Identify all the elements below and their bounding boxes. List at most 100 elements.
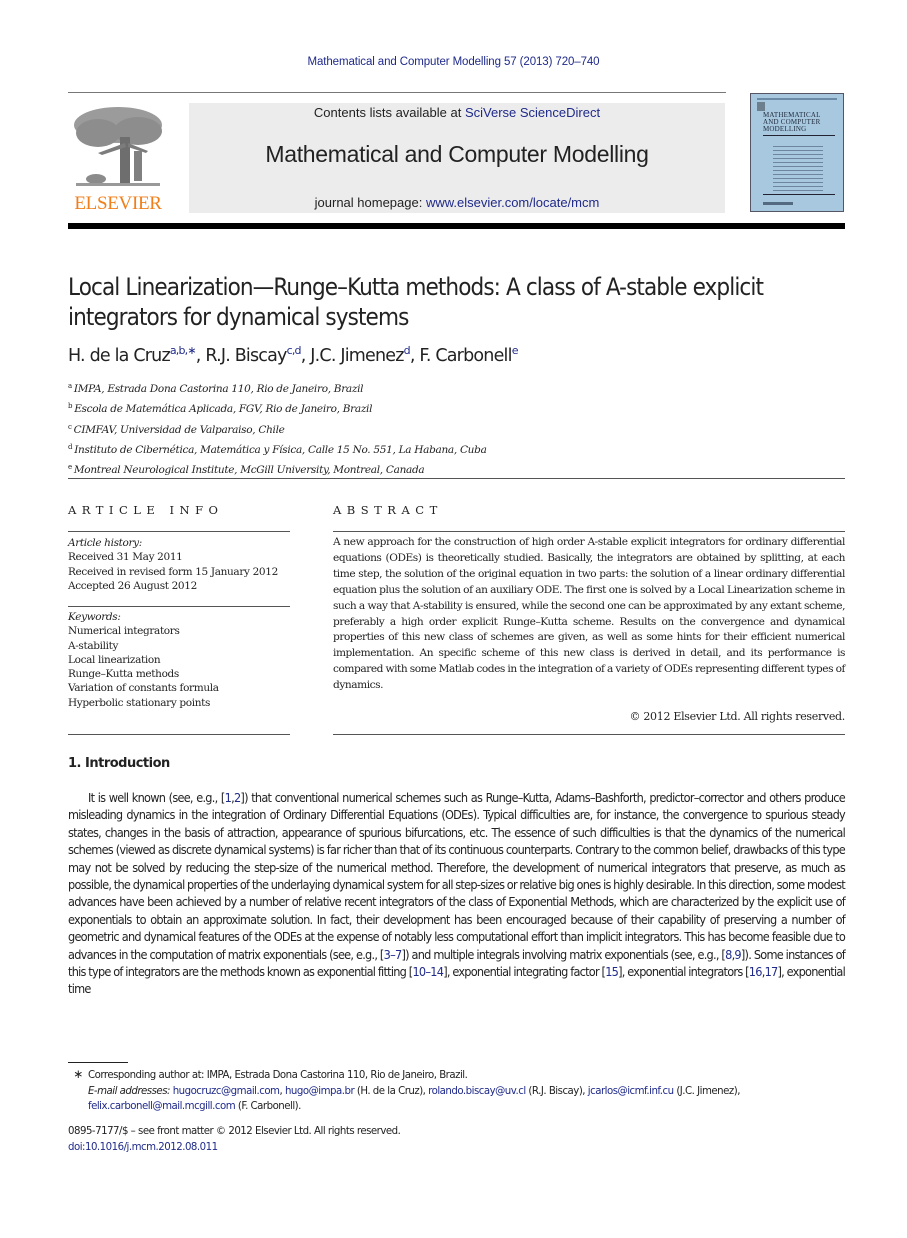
body-text-run: It is well known (see, e.g., [	[88, 790, 225, 805]
history-item: Received 31 May 2011	[68, 551, 183, 564]
body-text-run: ], exponential integrators [	[618, 964, 749, 980]
cover-logo-icon	[757, 102, 765, 111]
keyword: Variation of constants formula	[68, 682, 219, 695]
affiliation-mark: b	[68, 402, 73, 411]
author-name: F. Carbonell	[419, 346, 512, 366]
running-head[interactable]: Mathematical and Computer Modelling 57 (…	[0, 56, 907, 68]
section-heading-introduction: 1. Introduction	[68, 756, 170, 771]
history-item: Received in revised form 15 January 2012	[68, 565, 278, 578]
keyword: Local linearization	[68, 653, 161, 666]
affiliation-marker-link[interactable]: e	[512, 344, 519, 357]
affiliation-text: IMPA, Estrada Dona Castorina 110, Rio de…	[73, 383, 364, 395]
article-info-heading: ARTICLE INFO	[68, 503, 224, 517]
footnote-rule	[68, 1062, 128, 1063]
divider	[68, 531, 290, 532]
cover-editorial-board	[773, 146, 823, 194]
masthead-heavy-rule	[68, 223, 845, 229]
email-link[interactable]: hugo@impa.br	[285, 1086, 355, 1097]
article-history: Article history: Received 31 May 2011 Re…	[68, 536, 298, 593]
keyword: Runge–Kutta methods	[68, 668, 179, 681]
author-name: R.J. Biscay	[205, 346, 287, 366]
citation-link[interactable]: 17	[765, 964, 779, 979]
author-separator: ,	[409, 346, 420, 366]
contents-line: Contents lists available at SciVerse Sci…	[189, 105, 725, 120]
sciencedirect-link[interactable]: SciVerse ScienceDirect	[465, 105, 600, 120]
citation-link[interactable]: 3–7	[384, 947, 403, 962]
affiliation-mark: a	[68, 382, 72, 390]
masthead-top-rule	[68, 92, 726, 93]
affiliation-text: CIMFAV, Universidad de Valparaiso, Chile	[73, 423, 285, 436]
citation-link[interactable]: 15	[605, 964, 619, 979]
front-matter: 0895-7177/$ – see front matter © 2012 El…	[68, 1124, 401, 1156]
affiliation: a IMPA, Estrada Dona Castorina 110, Rio d…	[68, 378, 588, 398]
cover-title-line: MODELLING	[763, 125, 807, 133]
history-item: Accepted 26 August 2012	[68, 579, 197, 592]
email-link[interactable]: hugocruzc@gmail.com	[173, 1086, 280, 1097]
introduction-paragraph: It is well known (see, e.g., [1,2]) that…	[68, 789, 846, 998]
citation-link[interactable]: 10–14	[412, 964, 443, 979]
keyword: Hyperbolic stationary points	[68, 696, 211, 709]
author-list: H. de la Cruza,b,∗, R.J. Biscayc,d, J.C.…	[68, 344, 848, 366]
abstract-heading: ABSTRACT	[333, 503, 443, 517]
cover-rule	[763, 194, 835, 195]
affiliation-mark: d	[68, 442, 73, 451]
body-text-run: ]) and multiple integrals involving matr…	[401, 946, 726, 962]
body-text-run: ]) that conventional numerical schemes s…	[68, 790, 846, 962]
author-separator: ,	[300, 346, 311, 366]
elsevier-tree-icon	[74, 107, 162, 186]
homepage-line: journal homepage: www.elsevier.com/locat…	[189, 195, 725, 210]
affiliation-mark: e	[68, 463, 72, 472]
cover-title: MATHEMATICAL AND COMPUTER MODELLING	[763, 112, 821, 133]
email-owner: (H. de la Cruz),	[354, 1085, 429, 1097]
affiliation-marker-link[interactable]: c,d	[287, 344, 302, 357]
affiliation-text: Instituto de Cibernética, Matemática y F…	[74, 443, 487, 456]
body-text-run: ], exponential integrating factor [	[443, 964, 606, 980]
affiliation-list: a IMPA, Estrada Dona Castorina 110, Rio d…	[68, 378, 588, 479]
contents-prefix: Contents lists available at	[313, 105, 465, 120]
affiliation: d Instituto de Cibernética, Matemática y …	[68, 439, 588, 459]
keyword: A-stability	[68, 639, 119, 652]
author-name: J.C. Jimenez	[310, 346, 404, 366]
email-owner: (R.J. Biscay),	[525, 1085, 588, 1097]
affiliation-marker-link[interactable]: a,b,∗	[170, 344, 197, 357]
divider	[333, 531, 845, 532]
email-link[interactable]: rolando.biscay@uv.cl	[428, 1086, 526, 1097]
divider	[68, 478, 845, 479]
email-link[interactable]: felix.carbonell@mail.mcgill.com	[88, 1101, 236, 1112]
email-owner: (J.C. Jimenez),	[673, 1085, 740, 1097]
cover-header-bar	[757, 98, 837, 100]
email-addresses: E-mail addresses: hugocruzc@gmail.com, h…	[68, 1084, 845, 1115]
email-link[interactable]: jcarlos@icmf.inf.cu	[588, 1086, 674, 1097]
history-label: Article history:	[68, 537, 142, 549]
corresponding-author-text: Corresponding author at: IMPA, Estrada D…	[88, 1070, 468, 1081]
divider	[68, 734, 290, 735]
abstract-text: A new approach for the construction of h…	[333, 536, 845, 692]
divider	[333, 734, 845, 735]
affiliation: c CIMFAV, Universidad de Valparaiso, Chil…	[68, 419, 588, 439]
elsevier-wordmark: ELSEVIER	[74, 193, 162, 214]
footnotes: ∗ Corresponding author at: IMPA, Estrada …	[68, 1067, 845, 1115]
email-owner: (F. Carbonell).	[235, 1101, 302, 1112]
elsevier-logo[interactable]: ELSEVIER	[68, 103, 168, 214]
cover-rule	[763, 135, 835, 136]
journal-title: Mathematical and Computer Modelling	[265, 141, 649, 167]
email-label: E-mail addresses:	[88, 1085, 173, 1097]
journal-homepage-link[interactable]: www.elsevier.com/locate/mcm	[426, 195, 599, 210]
keywords-label: Keywords:	[68, 611, 121, 623]
keyword: Numerical integrators	[68, 625, 180, 638]
corresponding-author-note: ∗ Corresponding author at: IMPA, Estrada …	[68, 1067, 845, 1084]
issn-line: 0895-7177/$ – see front matter © 2012 El…	[68, 1126, 401, 1137]
article-title: Local Linearization—Runge–Kutta methods:…	[68, 273, 764, 331]
citation-link[interactable]: 16	[749, 964, 763, 979]
journal-cover-thumbnail[interactable]: MATHEMATICAL AND COMPUTER MODELLING	[750, 93, 844, 212]
footnote-star-marker: ∗	[73, 1067, 83, 1081]
keywords: Keywords: Numerical integrators A-stabil…	[68, 610, 298, 710]
affiliation-text: Escola de Matemática Aplicada, FGV, Rio …	[74, 403, 373, 416]
author-separator: ,	[195, 346, 206, 366]
journal-banner: Contents lists available at SciVerse Sci…	[189, 103, 725, 213]
doi-link[interactable]: doi:10.1016/j.mcm.2012.08.011	[68, 1142, 218, 1153]
abstract-copyright: © 2012 Elsevier Ltd. All rights reserved…	[629, 710, 845, 723]
divider	[68, 606, 290, 607]
affiliation: b Escola de Matemática Aplicada, FGV, Rio…	[68, 398, 588, 418]
affiliation: e Montreal Neurological Institute, McGill…	[68, 459, 588, 479]
